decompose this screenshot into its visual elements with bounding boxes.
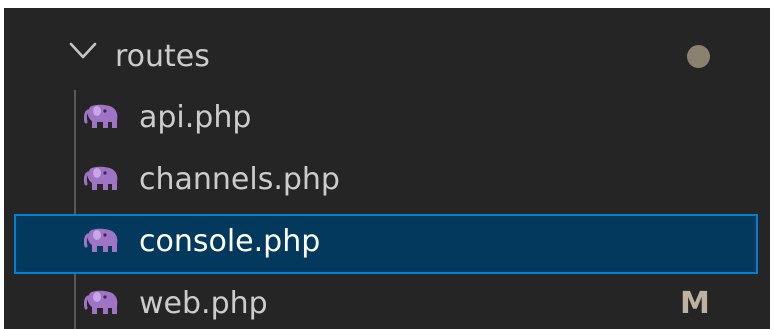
git-modified-badge: M [680, 286, 710, 321]
folder-row-routes[interactable]: routes [4, 26, 770, 86]
file-row-channels[interactable]: channels.php [14, 152, 758, 212]
file-label: channels.php [139, 162, 340, 197]
file-label: web.php [139, 286, 268, 321]
file-explorer: routes api.php channels.php console.php [4, 8, 770, 329]
file-row-web[interactable]: web.php M [14, 276, 758, 329]
file-label: console.php [139, 224, 321, 259]
php-elephant-icon [84, 166, 118, 190]
modified-dot-icon [687, 45, 710, 68]
folder-label: routes [115, 39, 210, 74]
chevron-down-icon[interactable] [68, 40, 98, 62]
file-row-api[interactable]: api.php [14, 90, 758, 150]
file-row-console[interactable]: console.php [14, 214, 758, 274]
php-elephant-icon [84, 104, 118, 128]
php-elephant-icon [84, 228, 118, 252]
php-elephant-icon [84, 290, 118, 314]
file-label: api.php [139, 100, 252, 135]
